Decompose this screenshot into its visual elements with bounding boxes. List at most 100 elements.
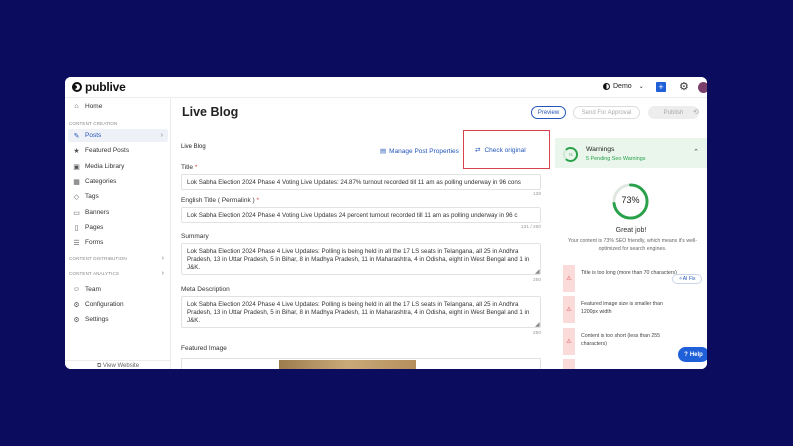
sidebar-item-label: Posts [85,132,102,139]
sidebar-item-label: Banners [85,209,110,216]
title-input[interactable]: Lok Sabha Election 2024 Phase 4 Voting L… [181,174,541,190]
star-icon: ★ [73,147,80,155]
sidebar-item-label: Configuration [85,301,124,308]
help-icon: ? [684,351,688,358]
app-window: publive Demo ⌄ + ⚙ ⌂ Home CONTENT CREATI… [65,77,707,369]
seo-issue-item: ⚠ Title is too long (more than 70 charac… [563,265,705,292]
sidebar-item-pages[interactable]: ▯ Pages [68,221,168,234]
sidebar-item-configuration[interactable]: ⚙ Configuration [68,298,168,311]
help-button[interactable]: ? Help [678,347,707,362]
great-job-heading: Great job! [615,227,647,234]
sidebar-item-home[interactable]: ⌂ Home [68,100,168,113]
sidebar-item-label: Categories [85,178,117,185]
warning-icon: ⚠ [563,296,575,323]
history-icon[interactable]: ⟲ [693,108,699,116]
workspace-name: Demo [613,83,632,90]
resize-handle-icon[interactable]: ◢ [535,268,540,275]
publish-button[interactable]: Publish [648,106,699,119]
seo-issue-item: ⚠ Featured image size is smaller than 12… [563,296,705,323]
seo-panel: 73 Warnings 5 Pending Seo Warnings ⌃ 73%… [555,138,707,369]
sidebar: ⌂ Home CONTENT CREATION ✎ Posts › ★ Feat… [65,98,171,369]
warning-icon: ⚠ [563,265,575,292]
top-bar: publive Demo ⌄ + ⚙ [65,77,707,98]
brand-name: publive [85,80,126,94]
grid-icon: ▦ [73,178,80,186]
section-content-distribution[interactable]: CONTENT DISTRIBUTION › [69,255,169,262]
avatar[interactable] [698,82,707,93]
post-editor: Live Blog ▤ Manage Post Properties ⇄ Che… [174,129,550,369]
featured-image-label: Featured Image [181,345,227,352]
editor-section-title: Live Blog [181,144,206,150]
sidebar-item-label: Forms [85,239,104,246]
pending-warnings-count: 5 Pending Seo Warnings [586,156,646,162]
seo-score-mini-ring: 73 [563,147,578,162]
highlight-box: ⇄ Check original [463,130,550,169]
title-label: Title * [181,164,198,171]
warnings-title: Warnings [586,146,615,153]
warnings-header[interactable]: 73 Warnings 5 Pending Seo Warnings ⌃ [555,138,707,168]
send-for-approval-button[interactable]: Send For Approval [573,106,640,119]
sidebar-item-forms[interactable]: ☰ Forms [68,236,168,249]
chevron-right-icon: › [161,255,164,262]
sidebar-item-settings[interactable]: ⚙ Settings [68,313,168,326]
sidebar-item-label: Team [85,286,101,293]
title-char-count: 128 [532,192,541,197]
sidebar-item-banners[interactable]: ▭ Banners [68,206,168,219]
sidebar-item-label: Settings [85,316,109,323]
translate-icon: ⇄ [475,147,481,154]
tag-icon: ◇ [73,193,80,201]
seo-issue-text: Title is too long (more than 70 characte… [581,270,677,276]
banner-icon: ▭ [73,209,80,217]
section-content-analytics[interactable]: CONTENT ANALYTICS › [69,270,169,277]
english-title-input[interactable]: Lok Sabha Election 2024 Phase 4 Voting L… [181,207,541,223]
meta-description-textarea[interactable]: Lok Sabha Election 2024 Phase 4 Live Upd… [181,296,541,328]
preview-button[interactable]: Preview [531,106,566,119]
sidebar-item-media-library[interactable]: ▣ Media Library [68,160,168,173]
page-title: Live Blog [182,105,239,119]
manage-post-properties-link[interactable]: ▤ Manage Post Properties [380,147,459,156]
create-button[interactable]: + [656,82,666,92]
seo-issue-text: Content is too short (less than 255 char… [581,333,661,347]
view-website-link[interactable]: ⧉ View Website [65,360,171,369]
ai-fix-button[interactable]: ✧ AI Fix [672,274,702,284]
chevron-up-icon[interactable]: ⌃ [693,148,699,156]
seo-score-description: Your content is 73% SEO friendly, which … [567,238,697,252]
summary-textarea[interactable]: Lok Sabha Election 2024 Phase 4 Live Upd… [181,243,541,275]
home-icon: ⌂ [74,103,79,110]
featured-image [279,360,416,369]
gear-icon[interactable]: ⚙ [679,81,689,93]
seo-issue-text: Featured image size is smaller than 1200… [581,301,663,315]
sidebar-item-tags[interactable]: ◇ Tags [68,190,168,203]
sidebar-item-label: Tags [85,193,99,200]
meta-description-char-count: 250 [532,331,541,336]
sidebar-item-label: Pages [85,224,104,231]
section-content-creation: CONTENT CREATION [69,121,118,126]
form-icon: ☰ [73,239,80,247]
publive-logo-icon [72,82,82,92]
english-title-char-count: 131 / 250 [520,225,541,230]
summary-label: Summary [181,233,209,240]
publive-logo[interactable]: publive [72,80,126,94]
summary-char-count: 250 [532,278,541,283]
team-icon: ☺ [73,286,81,293]
sidebar-item-label: Featured Posts [85,147,130,154]
meta-description-label: Meta Description [181,286,230,293]
sidebar-item-featured-posts[interactable]: ★ Featured Posts [68,144,168,157]
seo-score-value: 73% [621,195,640,205]
english-title-label: English Title ( Permalink ) * [181,197,260,204]
image-icon: ▣ [73,163,80,171]
properties-icon: ▤ [380,148,387,155]
resize-handle-icon[interactable]: ◢ [535,321,540,328]
sidebar-item-label: Home [85,103,103,110]
sidebar-item-categories[interactable]: ▦ Categories [68,175,168,188]
theme-icon [603,83,610,90]
workspace-switcher[interactable]: Demo ⌄ [603,83,644,90]
chevron-right-icon: › [161,270,164,277]
chevron-down-icon: ⌄ [638,84,644,90]
page-icon: ▯ [74,224,79,232]
featured-image-container[interactable] [181,358,541,369]
edit-icon: ✎ [73,132,80,140]
sidebar-item-team[interactable]: ☺ Team [68,283,168,296]
check-original-link[interactable]: ⇄ Check original [475,146,526,155]
sidebar-item-posts[interactable]: ✎ Posts › [68,129,168,142]
